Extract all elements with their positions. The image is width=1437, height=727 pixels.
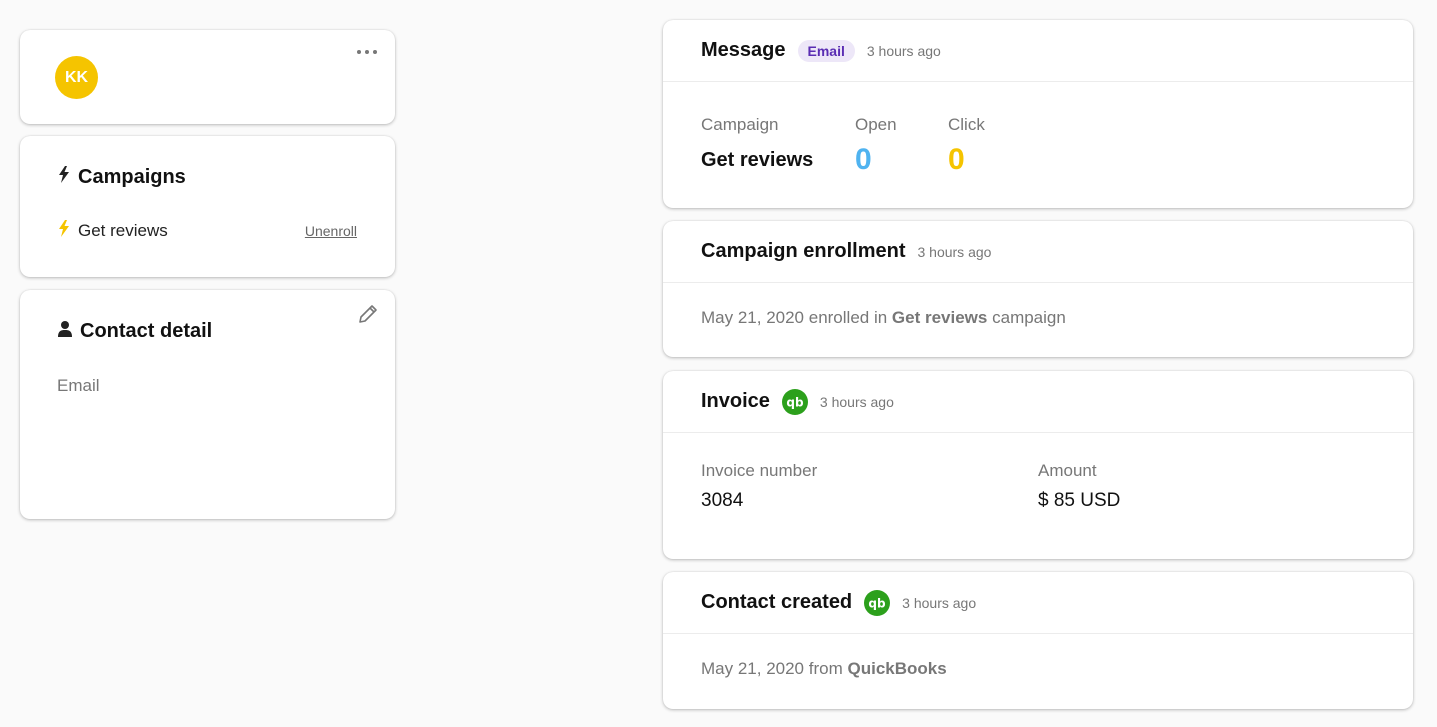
quickbooks-icon: qb: [864, 589, 891, 616]
campaign-list-item: Get reviews Unenroll: [58, 220, 357, 242]
channel-badge: Email: [797, 39, 855, 62]
campaigns-card: Campaigns Get reviews Unenroll: [20, 136, 395, 277]
open-label: Open: [855, 115, 897, 134]
unenroll-link[interactable]: Unenroll: [305, 223, 357, 239]
click-count: 0: [948, 143, 965, 176]
event-title: Contact created: [701, 591, 853, 613]
campaigns-title: Campaigns: [78, 166, 186, 188]
invoice-event-card: Invoice qb 3 hours ago Invoice number 30…: [663, 371, 1413, 559]
event-time: 3 hours ago: [917, 243, 992, 260]
campaign-name[interactable]: Get reviews: [78, 221, 168, 241]
campaign-label: Campaign: [701, 115, 779, 134]
avatar[interactable]: KK: [55, 56, 98, 99]
message-event-header: Message Email 3 hours ago: [663, 20, 1413, 82]
event-time: 3 hours ago: [866, 42, 941, 59]
invoice-amount-group: Amount $ 85 USD: [1038, 461, 1120, 512]
avatar-initials: KK: [64, 68, 89, 86]
contact-detail-card: Contact detail Email: [20, 290, 395, 519]
contact-detail-title: Contact detail: [80, 320, 213, 342]
svg-text:qb: qb: [869, 596, 887, 610]
invoice-number-label: Invoice number: [701, 461, 818, 480]
enrollment-suffix: campaign: [992, 308, 1066, 327]
created-date-text: May 21, 2020 from: [701, 659, 843, 678]
message-stats: Campaign Get reviews Open 0 Click 0: [701, 115, 985, 176]
contact-created-description: May 21, 2020 from QuickBooks: [701, 659, 947, 679]
pencil-icon[interactable]: [357, 303, 379, 330]
person-icon: [58, 320, 72, 343]
email-label: Email: [57, 376, 100, 395]
quickbooks-icon: qb: [781, 388, 808, 415]
amount-value: $ 85 USD: [1038, 490, 1121, 511]
invoice-number-group: Invoice number 3084: [701, 461, 817, 512]
invoice-header: Invoice qb 3 hours ago: [663, 371, 1413, 433]
message-event-card: Message Email 3 hours ago Campaign Get r…: [663, 20, 1413, 208]
bolt-icon: [58, 220, 70, 242]
invoice-number-value: 3084: [701, 490, 744, 511]
enrollment-description: May 21, 2020 enrolled in Get reviews cam…: [701, 308, 1066, 328]
open-count: 0: [855, 143, 872, 176]
contact-detail-header: Contact detail: [58, 320, 212, 343]
profile-card: KK: [20, 30, 395, 124]
svg-text:qb: qb: [786, 395, 804, 409]
contact-created-card: Contact created qb 3 hours ago May 21, 2…: [663, 572, 1413, 709]
more-options-icon[interactable]: [357, 44, 377, 60]
campaigns-header: Campaigns: [58, 166, 186, 189]
campaign-enrollment-card: Campaign enrollment 3 hours ago May 21, …: [663, 221, 1413, 357]
event-time: 3 hours ago: [819, 393, 894, 410]
event-title: Campaign enrollment: [701, 240, 906, 262]
contact-created-header: Contact created qb 3 hours ago: [663, 572, 1413, 634]
enrollment-header: Campaign enrollment 3 hours ago: [663, 221, 1413, 283]
click-label: Click: [948, 115, 985, 134]
enrollment-date-text: May 21, 2020 enrolled in: [701, 308, 888, 327]
event-title: Message: [701, 39, 786, 61]
enrollment-campaign-name: Get reviews: [891, 308, 988, 327]
campaign-value: Get reviews: [701, 149, 814, 171]
event-time: 3 hours ago: [902, 594, 977, 611]
amount-label: Amount: [1038, 461, 1097, 480]
event-title: Invoice: [701, 390, 770, 412]
created-source: QuickBooks: [847, 659, 947, 678]
bolt-icon: [58, 166, 70, 189]
